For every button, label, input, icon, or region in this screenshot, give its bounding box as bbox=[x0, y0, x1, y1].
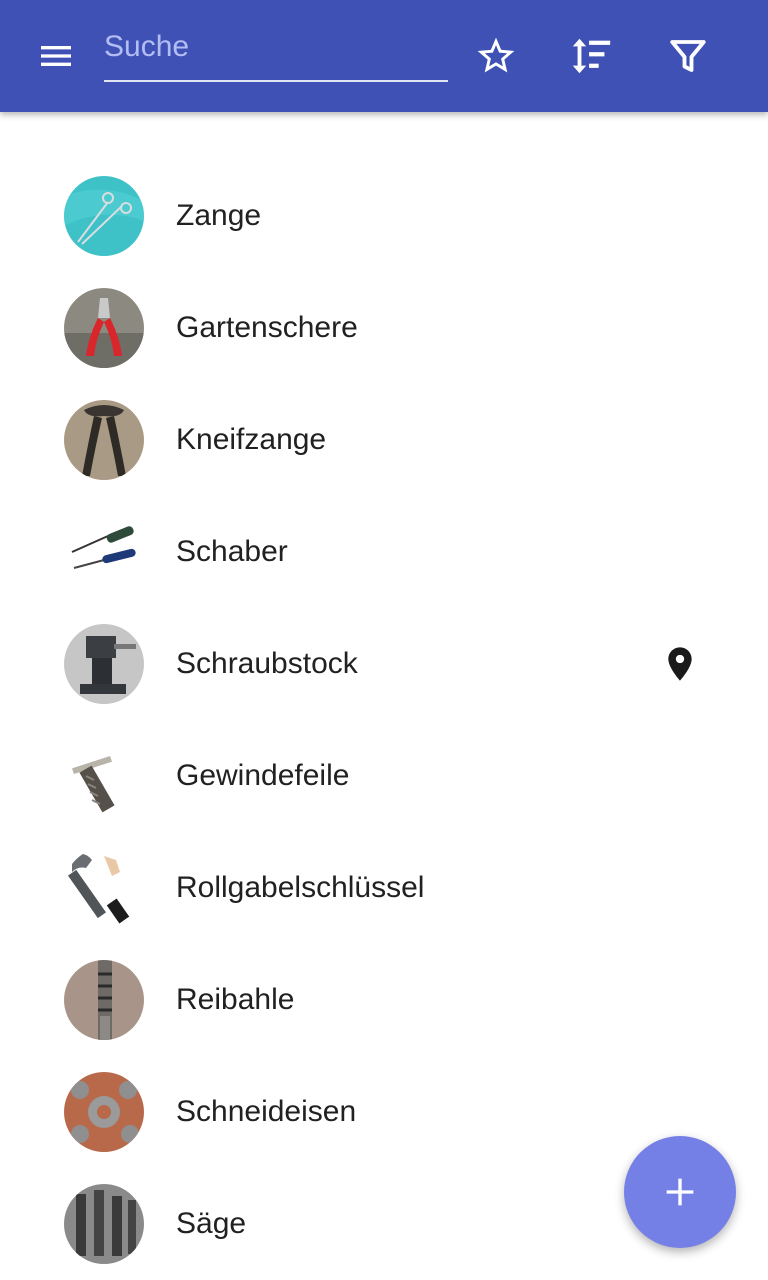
list-item-label: Rollgabelschlüssel bbox=[176, 871, 425, 904]
list-item[interactable]: Schraubstock bbox=[0, 608, 768, 720]
list-item[interactable]: Rollgabelschlüssel bbox=[0, 832, 768, 944]
pincers-thumbnail bbox=[64, 400, 144, 480]
list-item-label: Zange bbox=[176, 199, 262, 232]
list-item-label: Gewindefeile bbox=[176, 759, 350, 792]
list-item[interactable]: Reibahle bbox=[0, 944, 768, 1056]
pruning-shears-thumbnail bbox=[64, 288, 144, 368]
list-item[interactable]: Gartenschere bbox=[0, 272, 768, 384]
search-input[interactable] bbox=[104, 24, 448, 70]
menu-button[interactable] bbox=[28, 28, 84, 84]
app-bar bbox=[0, 0, 768, 112]
sort-icon bbox=[572, 38, 611, 74]
saw-thumbnail bbox=[64, 1184, 144, 1264]
location-pin-icon[interactable] bbox=[660, 644, 700, 684]
list-item[interactable]: Schaber bbox=[0, 496, 768, 608]
filter-button[interactable] bbox=[660, 28, 716, 84]
add-button[interactable] bbox=[624, 1136, 736, 1248]
list-item-label: Reibahle bbox=[176, 983, 295, 1016]
list-item[interactable]: Kneifzange bbox=[0, 384, 768, 496]
list-item-label: Schneideisen bbox=[176, 1095, 357, 1128]
list-item-label: Gartenschere bbox=[176, 311, 358, 344]
list-item-label: Schraubstock bbox=[176, 647, 358, 680]
star-icon bbox=[477, 37, 515, 73]
thread-file-thumbnail bbox=[64, 736, 144, 816]
list-item[interactable]: Zange bbox=[0, 160, 768, 272]
scraper-thumbnail bbox=[64, 512, 144, 592]
reamer-thumbnail bbox=[64, 960, 144, 1040]
threading-die-thumbnail bbox=[64, 1072, 144, 1152]
tool-list: Zange Gartenschere Kneifzange Schaber Sc… bbox=[0, 160, 768, 1280]
plus-icon bbox=[666, 1178, 694, 1206]
list-item[interactable]: Gewindefeile bbox=[0, 720, 768, 832]
list-item-label: Säge bbox=[176, 1207, 247, 1240]
vise-thumbnail bbox=[64, 624, 144, 704]
adjustable-wrench-thumbnail bbox=[64, 848, 144, 928]
list-item-label: Schaber bbox=[176, 535, 288, 568]
sort-button[interactable] bbox=[563, 28, 619, 84]
search-field[interactable] bbox=[104, 24, 448, 82]
favorites-button[interactable] bbox=[468, 28, 524, 84]
menu-icon bbox=[41, 46, 71, 66]
pliers-thumbnail bbox=[64, 176, 144, 256]
list-item-label: Kneifzange bbox=[176, 423, 327, 456]
filter-icon bbox=[670, 40, 706, 72]
